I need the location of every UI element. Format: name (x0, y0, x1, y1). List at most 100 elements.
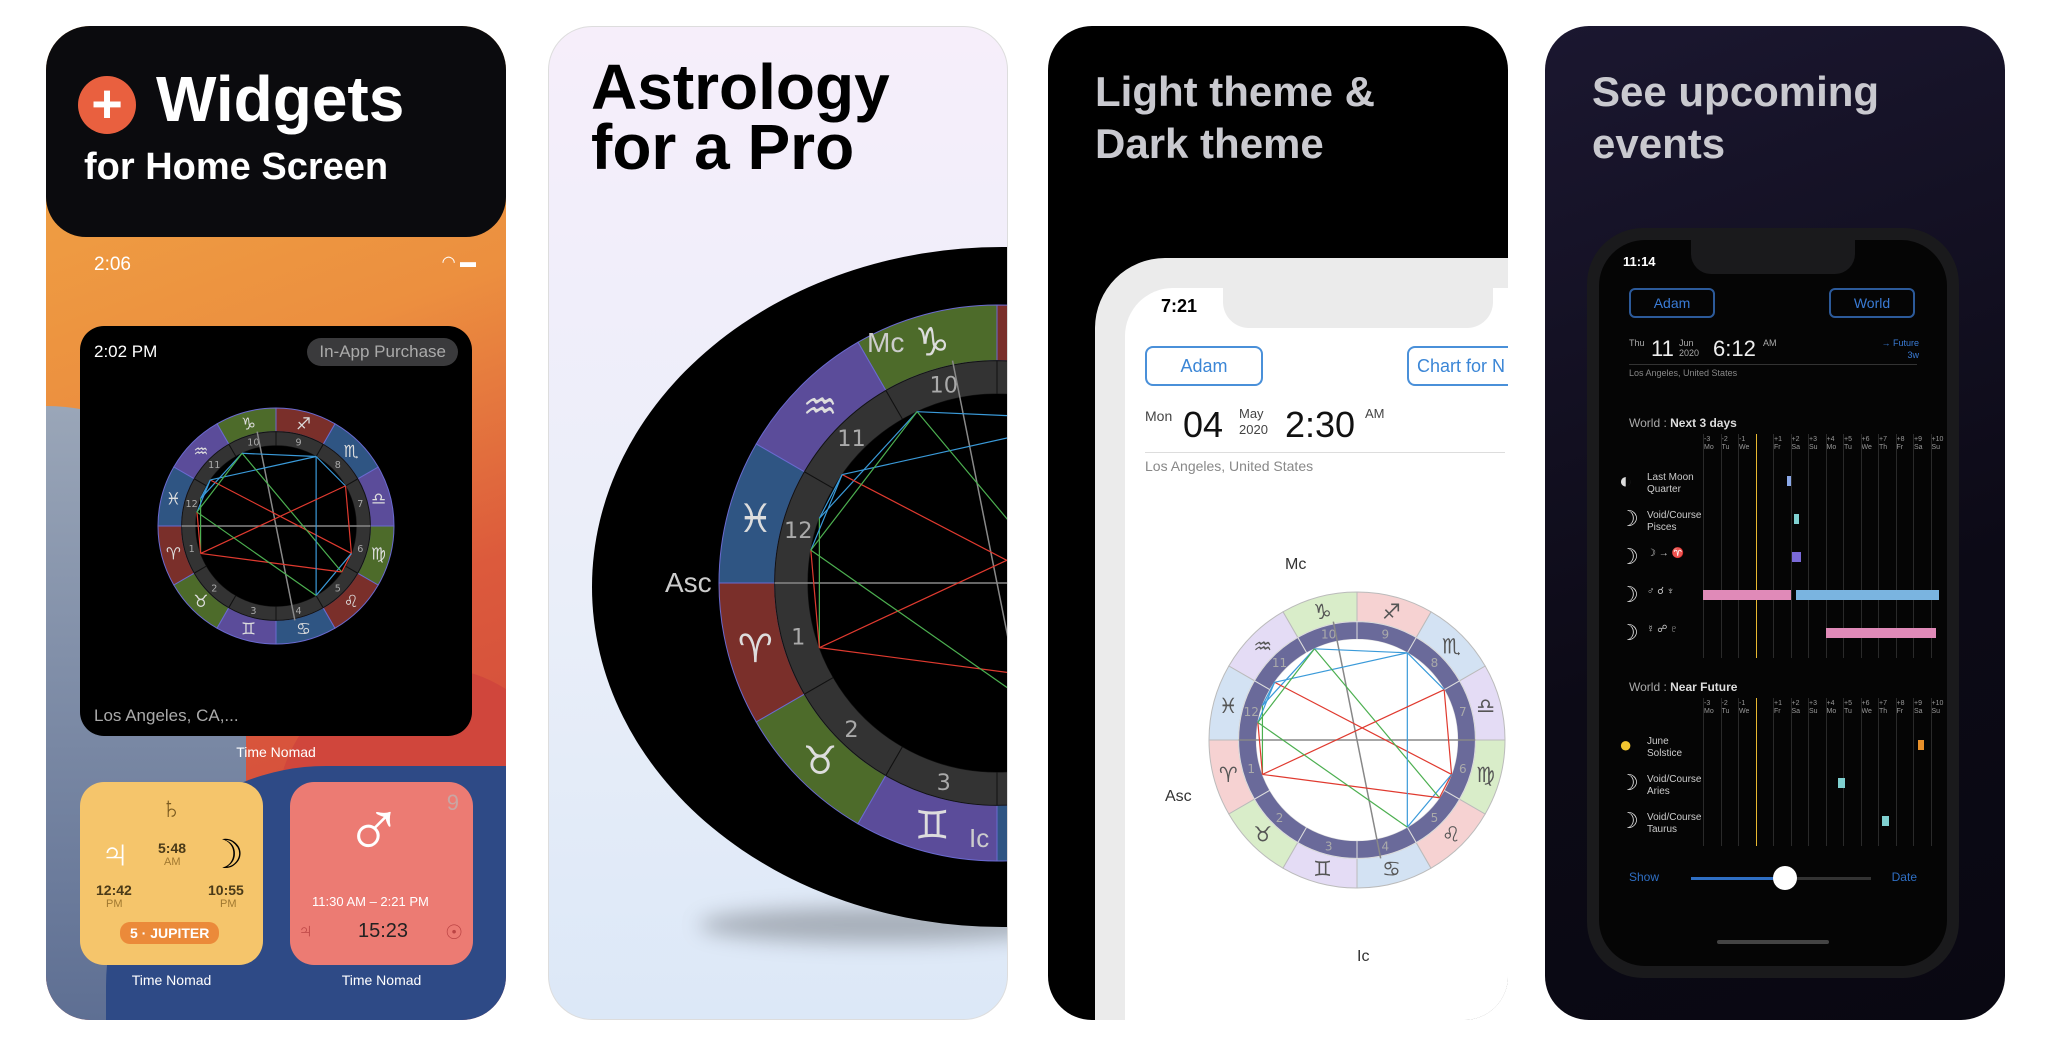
house-number: 8 (1431, 656, 1439, 670)
widget-label: Time Nomad (236, 744, 316, 760)
aspect-bar[interactable] (1825, 628, 1936, 638)
day-column-label: +3 Su (1809, 436, 1818, 451)
moon-time: 10:55 (208, 882, 244, 898)
header: + Widgets for Home Screen (46, 26, 506, 237)
weekday: Mon (1145, 408, 1173, 424)
zodiac-glyph: ♍ (1476, 763, 1495, 787)
planet-widget[interactable]: 9 ♂ 11:30 AM – 2:21 PM 15:23 ♃ ☉ (290, 782, 473, 965)
aspect-bar[interactable] (1795, 590, 1940, 600)
house-number: 11 (208, 460, 220, 471)
zodiac-glyph: ♒ (803, 385, 838, 430)
day-column-label: -3 Mo (1704, 436, 1714, 451)
phone-screen: 11:14 Adam World Thu 11 Jun 2020 6:12 AM… (1599, 240, 1947, 966)
timeline-near-future[interactable]: -3 Mo -2 Tu -1 We +1 Fr +2 Sa +3 Su +4 Mo +5 Tu +6 We +7 Th… (1599, 698, 1947, 846)
day-column-label: +5 Tu (1844, 436, 1852, 451)
jupiter-time: 12:42 (96, 882, 132, 898)
day-column-label: -3 Mo (1704, 700, 1714, 715)
title-line: See upcoming (1592, 68, 1880, 115)
plus-circle-icon: + (78, 76, 136, 134)
grid-line (1703, 434, 1704, 658)
natal-chart-wheel: ♈1♉2♊3♋4♌5♍6♎7♏8♐9♑10♒11♓12 (718, 304, 1007, 862)
location: Los Angeles, United States (1145, 458, 1314, 474)
grid-line (1860, 434, 1862, 658)
panel-events: See upcoming events 11:14 Adam World Thu … (1545, 26, 2005, 1020)
house-number: 12 (784, 518, 813, 544)
day-column-label: +9 Sa (1914, 436, 1923, 451)
moon-icon: ☽ (1619, 770, 1639, 795)
day: 04 (1183, 404, 1224, 445)
month: May (1239, 406, 1264, 421)
day-column-label: -2 Tu (1721, 436, 1730, 451)
world-button[interactable]: World (1829, 288, 1915, 318)
day-column-label: +1 Fr (1774, 436, 1782, 451)
title-line: Dark theme (1095, 120, 1324, 167)
zodiac-glyph: ♎ (1476, 694, 1495, 718)
future-offset: 3w (1907, 350, 1919, 360)
house-number: 4 (296, 606, 302, 617)
zodiac-glyph: ♑ (915, 320, 950, 365)
chart-for-now-button[interactable]: Chart for N (1407, 346, 1508, 386)
event-marker[interactable] (1792, 552, 1801, 562)
event-marker[interactable] (1918, 740, 1924, 750)
day-column-label: +8 Fr (1896, 700, 1905, 715)
title: Light theme & Dark theme (1095, 66, 1375, 170)
grid-line (1755, 698, 1757, 846)
moon-ingress-icon: ☽ (1619, 544, 1639, 569)
aspect-bar[interactable] (1703, 590, 1791, 600)
day-column-label: +4 Mo (1826, 436, 1837, 451)
grid-line (1755, 434, 1757, 658)
subtitle: for Home Screen (84, 146, 389, 188)
panel-astrology-pro: Astrologyfor a Pro ♈1♉2♊3♋4♌5♍6♎7♏8♐9♑10… (548, 26, 1008, 1020)
mars-icon: ♂ (344, 785, 404, 874)
planetary-hours-widget[interactable]: ♄ 5:48 AM ♃ 12:42 PM ☽ 10:55 PM 5 · JUPI… (80, 782, 263, 965)
slider-thumb[interactable] (1772, 866, 1797, 890)
mc-label: Mc (1285, 556, 1307, 573)
section-name: Near Future (1670, 680, 1738, 694)
zodiac-glyph: ♈ (738, 627, 773, 672)
sun-icon: ☉ (445, 922, 463, 944)
day-column-label: +10 Su (1931, 436, 1944, 451)
house-number: 11 (1272, 656, 1287, 670)
year: 2020 (1679, 348, 1700, 358)
person-button[interactable]: Adam (1629, 288, 1715, 318)
event-label: ☿ ☍ ♇ (1647, 624, 1678, 635)
day-column-label: -2 Tu (1721, 700, 1730, 715)
month: Jun (1679, 338, 1694, 348)
event-marker[interactable] (1794, 514, 1800, 524)
ampm: AM (1365, 406, 1385, 421)
grid-line (1843, 434, 1844, 658)
moon-icon: ☽ (208, 833, 244, 877)
event-marker[interactable] (1837, 778, 1845, 788)
day-column-label: +2 Sa (1791, 700, 1801, 715)
natal-chart-wheel: ♈1♉2♊3♋4♌5♍6♎7♏8♐9♑10♒11♓12 (157, 407, 395, 645)
panel-themes: Light theme & Dark theme 7:21 Adam Chart … (1048, 26, 1508, 1020)
event-marker[interactable] (1881, 816, 1889, 826)
date-slider[interactable] (1691, 866, 1871, 890)
grid-line (1860, 698, 1862, 846)
event-marker[interactable] (1787, 476, 1791, 486)
section-name: Next 3 days (1670, 416, 1737, 430)
event-label: Last Moon Quarter (1647, 472, 1694, 495)
natal-chart-wheel: ♈1♉2♊3♋4♌5♍6♎7♏8♐9♑10♒11♓12 (1208, 591, 1506, 889)
current-time: 15:23 (358, 920, 409, 942)
house-number: 12 (1244, 705, 1259, 719)
person-button[interactable]: Adam (1145, 346, 1263, 386)
phone-dark: 11:14 Adam World Thu 11 Jun 2020 6:12 AM… (1587, 228, 1959, 978)
future-link[interactable]: → Future (1881, 338, 1919, 348)
ampm: AM (1763, 338, 1777, 348)
chart-widget[interactable]: 2:02 PM In-App Purchase ♈ 1 ♉ 2 ♊ 3 ♋ 4 ♌ 5 ♍ 6 ♎ 7 ♏ 8… (80, 326, 472, 736)
wifi-battery-icon: ◠ ▬ (441, 254, 476, 271)
event-label: ☽ → ♈ (1647, 548, 1684, 559)
grid-line (1720, 434, 1722, 658)
day-column-label: +10 Su (1931, 700, 1944, 715)
zodiac-glyph: ♏ (344, 441, 359, 461)
day-column-label: +1 Fr (1774, 700, 1782, 715)
timeline-next-3-days[interactable]: -3 Mo -2 Tu -1 We +1 Fr +2 Sa +3 Su +4 Mo +5 Tu +6 We +7 Th… (1599, 434, 1947, 658)
widget-label: Time Nomad (131, 972, 212, 988)
zodiac-glyph: ♊ (241, 619, 256, 639)
day-column-label: -1 We (1739, 700, 1750, 715)
zodiac-glyph: ♏ (1442, 634, 1461, 658)
in-app-purchase-badge[interactable]: In-App Purchase (307, 338, 458, 366)
grid-line (1790, 698, 1792, 846)
weekday: Thu (1629, 338, 1645, 348)
